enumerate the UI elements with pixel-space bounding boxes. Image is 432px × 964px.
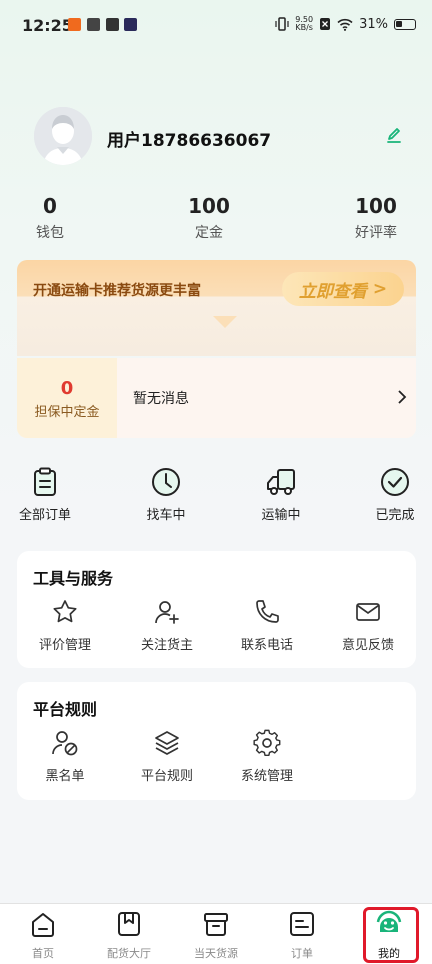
clipboard-icon: [34, 467, 56, 496]
user-block-icon: [52, 731, 78, 756]
rule-label: 系统管理: [240, 769, 293, 784]
battery-percent: 31%: [359, 16, 388, 32]
stats-row: 0 钱包 100 定金 100 好评率: [0, 194, 432, 244]
escrow-label: 担保中定金: [34, 405, 100, 420]
edit-icon[interactable]: [384, 125, 404, 145]
tools-title: 工具与服务: [33, 569, 114, 588]
home-icon: [32, 913, 54, 937]
tab-orders[interactable]: 订单: [259, 910, 345, 961]
app-notification-icon: [68, 18, 81, 31]
tool-review-management[interactable]: 评价管理: [17, 598, 113, 653]
promo-text: 开通运输卡推荐货源更丰富: [33, 283, 201, 299]
rules-card: 平台规则 黑名单 平台规则 系统管理: [17, 682, 416, 800]
profile-header: 用户18786636067: [34, 107, 404, 167]
tab-dispatch-hall[interactable]: 配货大厅: [86, 910, 172, 961]
tools-card: 工具与服务 评价管理 关注货主 联系电话 意见反馈: [17, 551, 416, 668]
truck-icon: [267, 469, 295, 495]
order-label: 已完成: [375, 508, 415, 523]
check-circle-icon: [381, 468, 409, 496]
username: 用户18786636067: [107, 131, 272, 151]
escrow-deposit[interactable]: 0 担保中定金: [17, 358, 117, 438]
network-speed: 9.50 KB/s: [295, 16, 313, 32]
stat-value: 100: [188, 194, 230, 218]
order-label: 运输中: [261, 508, 301, 523]
tool-feedback[interactable]: 意见反馈: [320, 598, 416, 653]
tool-contact-phone[interactable]: 联系电话: [219, 598, 315, 653]
sim-off-icon: [320, 18, 331, 30]
status-bar: 12:25 9.50 KB/s 31%: [0, 0, 432, 52]
stat-deposit[interactable]: 100 定金: [159, 194, 259, 242]
rule-label: 黑名单: [45, 769, 85, 784]
wifi-icon: [337, 18, 353, 31]
tool-label: 意见反馈: [341, 638, 394, 653]
escrow-value: 0: [60, 378, 74, 399]
stat-label: 定金: [195, 225, 223, 241]
gear-icon: [253, 729, 281, 757]
phone-icon: [256, 600, 279, 623]
stat-label: 钱包: [36, 225, 64, 241]
clock-icon: [152, 468, 180, 496]
tab-today-supply[interactable]: 当天货源: [173, 910, 259, 961]
order-in-transit[interactable]: 运输中: [236, 466, 326, 523]
tool-label: 联系电话: [240, 638, 293, 653]
app-notification-icon: [124, 18, 137, 31]
star-icon: [53, 600, 77, 623]
tool-label: 关注货主: [140, 638, 193, 653]
message-text: 暂无消息: [133, 391, 189, 407]
status-indicators: 9.50 KB/s 31%: [275, 16, 416, 32]
order-label: 全部订单: [18, 508, 71, 523]
app-notification-icon: [87, 18, 100, 31]
tab-home[interactable]: 首页: [0, 910, 86, 961]
promo-banner[interactable]: 开通运输卡推荐货源更丰富 立即查看 >: [17, 260, 416, 356]
view-now-button[interactable]: 立即查看 >: [282, 272, 404, 306]
stat-label: 好评率: [355, 225, 397, 241]
battery-icon: [394, 18, 416, 30]
chevron-right-icon[interactable]: [394, 388, 410, 406]
rule-label: 平台规则: [140, 769, 193, 784]
tool-label: 评价管理: [38, 638, 91, 653]
order-completed[interactable]: 已完成: [350, 466, 432, 523]
bookmark-icon: [118, 912, 140, 936]
message-card[interactable]: 0 担保中定金 暂无消息: [17, 358, 416, 438]
rule-blacklist[interactable]: 黑名单: [17, 729, 113, 784]
rules-title: 平台规则: [33, 700, 98, 719]
tool-follow-shipper[interactable]: 关注货主: [119, 598, 215, 653]
user-add-icon: [155, 601, 179, 624]
order-list-icon: [290, 912, 314, 936]
avatar[interactable]: [34, 107, 92, 165]
promo-notch: [213, 316, 237, 328]
order-finding-car[interactable]: 找车中: [121, 466, 211, 523]
tab-label: 配货大厅: [107, 947, 151, 960]
mail-icon: [356, 603, 380, 621]
tab-label: 首页: [32, 947, 54, 960]
view-now-label: 立即查看: [298, 281, 367, 302]
net-speed-unit: KB/s: [295, 23, 313, 32]
rule-system-management[interactable]: 系统管理: [219, 729, 315, 784]
mascot-icon: [376, 910, 402, 932]
order-all[interactable]: 全部订单: [0, 466, 90, 523]
tab-label: 当天货源: [194, 947, 238, 960]
status-time: 12:25: [22, 16, 73, 35]
order-label: 找车中: [146, 508, 186, 523]
tab-label: 我的: [378, 947, 400, 960]
archive-icon: [204, 913, 228, 936]
stat-value: 100: [355, 194, 397, 218]
chevron-right-icon: >: [372, 279, 388, 299]
stat-wallet[interactable]: 0 钱包: [0, 194, 100, 242]
app-notification-icon: [106, 18, 119, 31]
tab-mine[interactable]: 我的: [346, 910, 432, 961]
stat-rating[interactable]: 100 好评率: [326, 194, 426, 242]
order-status-row: 全部订单 找车中 运输中 已完成: [0, 466, 432, 526]
tab-label: 订单: [291, 947, 313, 960]
avatar-person-icon: [34, 107, 92, 165]
rule-platform-rules[interactable]: 平台规则: [119, 729, 215, 784]
stat-value: 0: [43, 194, 57, 218]
vibrate-icon: [275, 17, 289, 31]
layers-icon: [155, 731, 179, 755]
bottom-tab-bar: 首页 配货大厅 当天货源 订单 我的: [0, 903, 432, 964]
